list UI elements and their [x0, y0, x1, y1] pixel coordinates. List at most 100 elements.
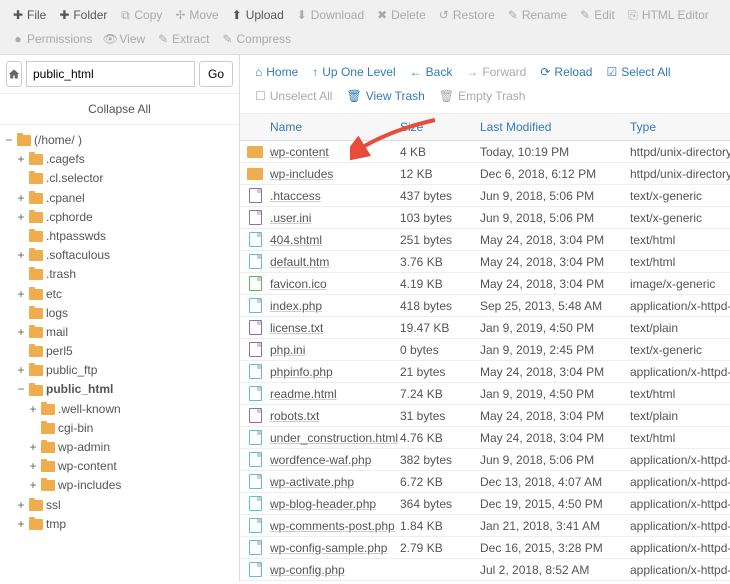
table-row[interactable]: license.txt19.47 KBJan 9, 2019, 4:50 PMt…: [240, 317, 730, 339]
tree-node[interactable]: +ssl: [4, 496, 235, 515]
table-row[interactable]: under_construction.html4.76 KBMay 24, 20…: [240, 427, 730, 449]
tree-node[interactable]: .htpasswds: [4, 227, 235, 246]
file-type: text/x-generic: [630, 343, 730, 357]
tree-node[interactable]: +wp-admin: [4, 438, 235, 457]
tree-node[interactable]: .trash: [4, 265, 235, 284]
tree-toggle[interactable]: −: [4, 131, 14, 150]
tree-toggle[interactable]: +: [16, 361, 26, 380]
view-trash-button[interactable]: 🗑View Trash: [339, 85, 431, 107]
file-name: license.txt: [270, 321, 400, 335]
copy-icon: ⧉: [119, 9, 131, 21]
table-row[interactable]: .htaccess437 bytesJun 9, 2018, 5:06 PMte…: [240, 185, 730, 207]
column-name[interactable]: Name: [240, 120, 400, 134]
table-row[interactable]: wp-content4 KBToday, 10:19 PMhttpd/unix-…: [240, 141, 730, 163]
table-row[interactable]: robots.txt31 bytesMay 24, 2018, 3:04 PMt…: [240, 405, 730, 427]
file-size: 4.19 KB: [400, 277, 480, 291]
tree-toggle[interactable]: +: [28, 400, 38, 419]
file-name: .htaccess: [270, 189, 400, 203]
tree-toggle[interactable]: +: [28, 476, 38, 495]
tree-toggle[interactable]: +: [16, 323, 26, 342]
table-row[interactable]: .user.ini103 bytesJun 9, 2018, 5:06 PMte…: [240, 207, 730, 229]
go-button[interactable]: Go: [199, 61, 233, 87]
tree-toggle[interactable]: −: [16, 380, 26, 399]
file-button[interactable]: ✚File: [6, 4, 52, 26]
select-all-button[interactable]: ☑Select All: [599, 61, 677, 83]
tree-node[interactable]: +.cpanel: [4, 189, 235, 208]
table-row[interactable]: favicon.ico4.19 KBMay 24, 2018, 3:04 PMi…: [240, 273, 730, 295]
file-size: 251 bytes: [400, 233, 480, 247]
tree-toggle[interactable]: +: [16, 208, 26, 227]
table-row[interactable]: readme.html7.24 KBJan 9, 2019, 4:50 PMte…: [240, 383, 730, 405]
home-button[interactable]: ⌂Home: [248, 61, 305, 83]
tree-node[interactable]: cgi-bin: [4, 419, 235, 438]
tree-node[interactable]: +wp-content: [4, 457, 235, 476]
table-row[interactable]: wp-config.phpJul 2, 2018, 8:52 AMapplica…: [240, 559, 730, 581]
back-button[interactable]: ←Back: [403, 61, 460, 83]
tree-toggle[interactable]: +: [16, 150, 26, 169]
tree-label: public_ftp: [46, 361, 97, 380]
tree-node[interactable]: −public_html: [4, 380, 235, 399]
tree-node[interactable]: +.softaculous: [4, 246, 235, 265]
file-icon: [249, 298, 262, 313]
file-icon: [249, 210, 262, 225]
file-modified: Dec 16, 2015, 3:28 PM: [480, 541, 630, 555]
path-input[interactable]: [26, 61, 195, 87]
file-icon: [249, 232, 262, 247]
table-row[interactable]: wp-activate.php6.72 KBDec 13, 2018, 4:07…: [240, 471, 730, 493]
up-one-level-button[interactable]: ↑Up One Level: [305, 61, 402, 83]
file-type: text/plain: [630, 321, 730, 335]
collapse-all-button[interactable]: Collapse All: [0, 94, 239, 125]
tree-toggle[interactable]: +: [28, 438, 38, 457]
folder-icon: [29, 289, 43, 300]
tree-node[interactable]: +wp-includes: [4, 476, 235, 495]
file-modified: Jan 9, 2019, 2:45 PM: [480, 343, 630, 357]
table-row[interactable]: wp-includes12 KBDec 6, 2018, 6:12 PMhttp…: [240, 163, 730, 185]
tree-node[interactable]: +tmp: [4, 515, 235, 534]
table-row[interactable]: 404.shtml251 bytesMay 24, 2018, 3:04 PMt…: [240, 229, 730, 251]
tree-node[interactable]: .cl.selector: [4, 169, 235, 188]
tree-toggle[interactable]: +: [16, 496, 26, 515]
tree-node[interactable]: + .well-known: [4, 400, 235, 419]
folder-icon: [41, 442, 55, 453]
upload-button[interactable]: ⬆Upload: [225, 4, 290, 26]
table-row[interactable]: wp-comments-post.php1.84 KBJan 21, 2018,…: [240, 515, 730, 537]
tree-toggle[interactable]: +: [16, 515, 26, 534]
move-button: ✢Move: [168, 4, 224, 26]
table-row[interactable]: wp-blog-header.php364 bytesDec 19, 2015,…: [240, 493, 730, 515]
file-icon: [249, 452, 262, 467]
column-type[interactable]: Type: [630, 120, 730, 134]
table-row[interactable]: php.ini0 bytesJan 9, 2019, 2:45 PMtext/x…: [240, 339, 730, 361]
tree-node[interactable]: perl5: [4, 342, 235, 361]
table-row[interactable]: index.php418 bytesSep 25, 2013, 5:48 AMa…: [240, 295, 730, 317]
trash-icon: 🗑: [439, 89, 454, 103]
tree-node[interactable]: +.cphorde: [4, 208, 235, 227]
table-row[interactable]: wordfence-waf.php382 bytesJun 9, 2018, 5…: [240, 449, 730, 471]
file-modified: Jan 21, 2018, 3:41 AM: [480, 519, 630, 533]
folder-icon: [29, 308, 43, 319]
file-modified: May 24, 2018, 3:04 PM: [480, 431, 630, 445]
tree-node[interactable]: +etc: [4, 285, 235, 304]
reload-button[interactable]: ⟳Reload: [533, 61, 599, 83]
tree-toggle[interactable]: +: [16, 285, 26, 304]
file-modified: Jun 9, 2018, 5:06 PM: [480, 211, 630, 225]
tree-node[interactable]: −(/home/ ): [4, 131, 235, 150]
table-row[interactable]: wp-config-sample.php2.79 KBDec 16, 2015,…: [240, 537, 730, 559]
tree-toggle[interactable]: +: [16, 189, 26, 208]
tree-toggle[interactable]: +: [28, 457, 38, 476]
column-size[interactable]: Size: [400, 120, 480, 134]
toolbar: ✚File✚Folder⧉Copy✢Move⬆Upload⬇Download✖D…: [0, 0, 730, 55]
table-row[interactable]: phpinfo.php21 bytesMay 24, 2018, 3:04 PM…: [240, 361, 730, 383]
column-modified[interactable]: Last Modified: [480, 120, 630, 134]
html-editor-button: ⎘HTML Editor: [621, 4, 715, 26]
folder-button[interactable]: ✚Folder: [52, 4, 113, 26]
tree-node[interactable]: +.cagefs: [4, 150, 235, 169]
file-name: readme.html: [270, 387, 400, 401]
home-button[interactable]: [6, 61, 22, 87]
file-name: favicon.ico: [270, 277, 400, 291]
tree-label: .well-known: [58, 400, 121, 419]
table-row[interactable]: default.htm3.76 KBMay 24, 2018, 3:04 PMt…: [240, 251, 730, 273]
tree-toggle[interactable]: +: [16, 246, 26, 265]
tree-node[interactable]: logs: [4, 304, 235, 323]
tree-node[interactable]: +mail: [4, 323, 235, 342]
tree-node[interactable]: + public_ftp: [4, 361, 235, 380]
